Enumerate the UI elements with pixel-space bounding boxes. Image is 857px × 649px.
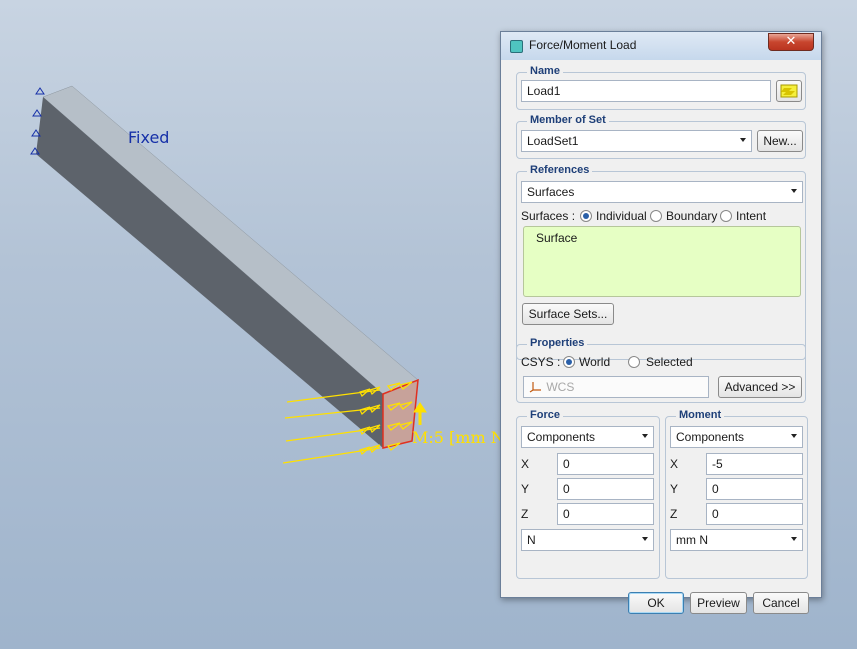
chevron-down-icon [642, 537, 648, 541]
references-group: References Surfaces Surfaces : Individua… [516, 164, 806, 360]
moment-group: Moment Components X -5 Y 0 Z 0 mm N [665, 409, 808, 579]
surfaces-label: Surfaces : [521, 209, 576, 223]
moment-x-input[interactable]: -5 [706, 453, 803, 475]
dialog-titlebar[interactable]: Force/Moment Load ✕ [501, 32, 821, 60]
force-mode-value: Components [527, 430, 596, 444]
boundary-label: Boundary [666, 209, 718, 223]
intent-radio[interactable] [720, 210, 732, 222]
moment-z-label: Z [670, 507, 678, 521]
dialog-app-icon [510, 40, 523, 53]
force-units-value: N [527, 533, 536, 547]
selected-radio[interactable] [628, 356, 640, 368]
reference-type-value: Surfaces [527, 185, 575, 199]
world-label: World [579, 355, 611, 369]
moment-y-label: Y [670, 482, 679, 496]
moment-mode-select[interactable]: Components [670, 426, 803, 448]
references-legend: References [527, 164, 593, 176]
ok-button[interactable]: OK [628, 592, 684, 614]
boundary-radio[interactable] [650, 210, 662, 222]
world-radio[interactable] [563, 356, 575, 368]
dialog-content: Name Load1 Member of Set LoadSet1 New...… [507, 60, 815, 614]
force-legend: Force [527, 409, 563, 421]
preview-button[interactable]: Preview [690, 592, 747, 614]
color-picker-icon [780, 84, 798, 98]
force-x-label: X [521, 457, 530, 471]
new-set-button[interactable]: New... [757, 130, 803, 152]
properties-legend: Properties [527, 337, 588, 349]
load-value-label: M:5 [mm N [412, 428, 505, 447]
csys-label: CSYS : [521, 355, 561, 369]
moment-y-input[interactable]: 0 [706, 478, 803, 500]
moment-x-label: X [670, 457, 679, 471]
individual-label: Individual [596, 209, 647, 223]
csys-value: WCS [546, 380, 575, 394]
moment-z-input[interactable]: 0 [706, 503, 803, 525]
beam-side-face [36, 97, 383, 448]
cancel-button[interactable]: Cancel [753, 592, 809, 614]
close-button[interactable]: ✕ [768, 33, 814, 51]
csys-field[interactable]: WCS [523, 376, 709, 398]
moment-units-select[interactable]: mm N [670, 529, 803, 551]
force-moment-dialog: Force/Moment Load ✕ Name Load1 Member of… [500, 31, 822, 614]
chevron-down-icon [791, 189, 797, 193]
properties-group: Properties CSYS : World Selected WCS Adv… [516, 337, 806, 403]
name-color-button[interactable] [776, 80, 802, 102]
name-input[interactable]: Load1 [521, 80, 771, 102]
dialog-title: Force/Moment Load [529, 38, 637, 52]
force-y-label: Y [521, 482, 530, 496]
chevron-down-icon [740, 138, 746, 142]
constraint-label: Fixed [128, 128, 170, 147]
force-y-input[interactable]: 0 [557, 478, 654, 500]
member-of-set-group: Member of Set LoadSet1 New... [516, 114, 806, 159]
name-group: Name Load1 [516, 65, 806, 110]
force-group: Force Components X 0 Y 0 Z 0 N [516, 409, 660, 579]
surface-sets-button[interactable]: Surface Sets... [522, 303, 614, 325]
name-legend: Name [527, 65, 563, 77]
member-of-set-legend: Member of Set [527, 114, 609, 126]
force-z-label: Z [521, 507, 529, 521]
individual-radio[interactable] [580, 210, 592, 222]
reference-type-select[interactable]: Surfaces [521, 181, 803, 203]
chevron-down-icon [791, 434, 797, 438]
load-set-value: LoadSet1 [527, 134, 579, 148]
beam-top-face [42, 85, 419, 395]
force-z-input[interactable]: 0 [557, 503, 654, 525]
chevron-down-icon [791, 537, 797, 541]
list-item[interactable]: Surface [536, 231, 788, 245]
load-set-select[interactable]: LoadSet1 [521, 130, 752, 152]
force-x-input[interactable]: 0 [557, 453, 654, 475]
moment-mode-value: Components [676, 430, 745, 444]
csys-icon [529, 382, 541, 393]
force-units-select[interactable]: N [521, 529, 654, 551]
moment-legend: Moment [676, 409, 725, 421]
force-mode-select[interactable]: Components [521, 426, 654, 448]
surface-reference-list[interactable]: Surface [523, 226, 801, 297]
selected-label: Selected [646, 355, 693, 369]
chevron-down-icon [642, 434, 648, 438]
moment-units-value: mm N [676, 533, 708, 547]
advanced-button[interactable]: Advanced >> [718, 376, 802, 398]
intent-label: Intent [736, 209, 767, 223]
